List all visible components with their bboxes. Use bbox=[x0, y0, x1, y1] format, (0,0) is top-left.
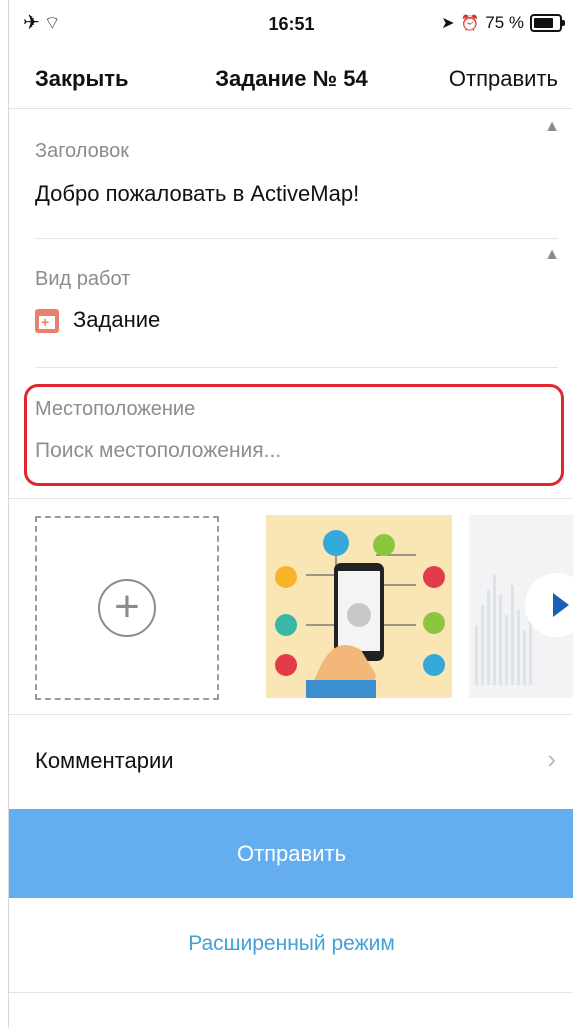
divider bbox=[35, 367, 558, 368]
warning-icon: ▲ bbox=[544, 118, 560, 135]
comments-label: Комментарии bbox=[35, 748, 174, 773]
attachment-image[interactable] bbox=[266, 515, 452, 698]
divider bbox=[9, 498, 573, 499]
task-icon bbox=[35, 309, 59, 334]
battery-percent: 75 % bbox=[485, 13, 524, 32]
location-arrow-icon: ➤ bbox=[441, 15, 455, 32]
alarm-icon: ⏰ bbox=[460, 15, 480, 32]
attachment-audio[interactable] bbox=[469, 515, 573, 698]
navigation-bar: Закрыть Задание № 54 Отправить bbox=[9, 48, 573, 109]
location-label: Местоположение bbox=[35, 398, 196, 420]
app-screen: ✈︎⌔ 16:51 ➤ ⏰ 75 % Закрыть Задание № 54 … bbox=[8, 0, 573, 1028]
add-icon: + bbox=[98, 579, 156, 637]
chevron-right-icon: › bbox=[547, 744, 556, 774]
location-search-input[interactable]: Поиск местоположения... bbox=[35, 439, 558, 463]
work-type-label: Вид работ bbox=[35, 268, 131, 290]
divider bbox=[9, 992, 573, 993]
comments-row[interactable]: Комментарии › bbox=[9, 714, 573, 808]
heading-label: Заголовок bbox=[35, 140, 130, 162]
status-bar: ✈︎⌔ 16:51 ➤ ⏰ 75 % bbox=[9, 0, 573, 44]
heading-field[interactable]: Заголовок Добро пожаловать в ActiveMap! bbox=[35, 140, 558, 207]
battery-icon bbox=[530, 14, 565, 32]
advanced-mode-link[interactable]: Расширенный режим bbox=[9, 932, 573, 956]
location-field[interactable]: Местоположение Поиск местоположения... bbox=[35, 398, 558, 463]
warning-icon: ▲ bbox=[544, 246, 560, 263]
heading-value[interactable]: Добро пожаловать в ActiveMap! bbox=[35, 181, 558, 207]
submit-button[interactable]: Отправить bbox=[9, 809, 573, 898]
divider bbox=[35, 238, 558, 239]
attachments-row: + bbox=[9, 512, 573, 702]
work-type-field[interactable]: Вид работ Задание bbox=[35, 268, 558, 334]
add-attachment-button[interactable]: + bbox=[35, 516, 219, 700]
work-type-value: Задание bbox=[73, 307, 161, 332]
send-button[interactable]: Отправить bbox=[449, 66, 558, 92]
status-right: ➤ ⏰ 75 % bbox=[441, 13, 565, 33]
